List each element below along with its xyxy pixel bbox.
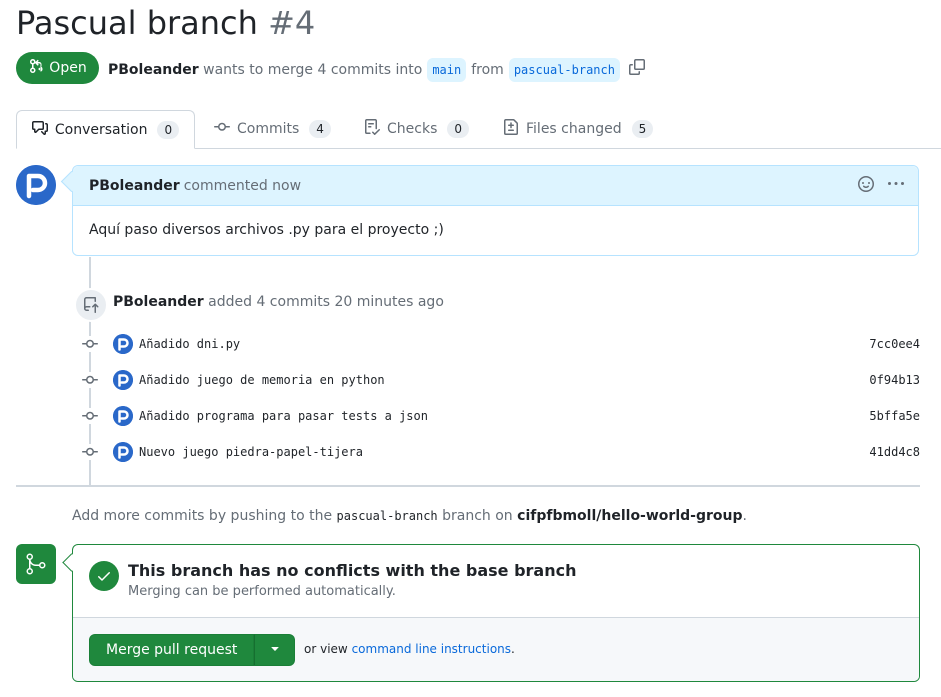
tab-checks-label: Checks [387, 121, 438, 137]
avatar[interactable] [113, 334, 133, 354]
tab-conversation[interactable]: Conversation 0 [16, 110, 195, 149]
git-commit-icon [80, 408, 100, 424]
hint-middle: branch on [442, 508, 513, 524]
tab-files-changed[interactable]: Files changed 5 [503, 110, 654, 148]
commit-sha[interactable]: 0f94b13 [869, 373, 920, 387]
cli-suffix: . [511, 642, 515, 656]
commit-row: Nuevo juego piedra-papel-tijera 41dd4c8 [80, 440, 920, 464]
merge-method-dropdown[interactable] [254, 634, 296, 666]
kebab-horizontal-icon[interactable] [888, 176, 904, 196]
commit-message[interactable]: Añadido juego de memoria en python [139, 373, 385, 387]
comment-box: PBoleander commented now Aquí paso diver… [72, 165, 919, 256]
merge-status-title: This branch has no conflicts with the ba… [128, 561, 577, 580]
comment-header: PBoleander commented now [73, 166, 918, 206]
pr-number: #4 [268, 4, 316, 42]
hint-prefix: Add more commits by pushing to the [72, 508, 333, 524]
cli-prefix: or view [304, 642, 348, 656]
checklist-icon [364, 119, 381, 139]
hint-repo-link[interactable]: cifpfbmoll/hello-world-group [517, 508, 742, 524]
file-diff-icon [503, 119, 519, 139]
comment-author[interactable]: PBoleander [89, 178, 180, 194]
git-commit-icon [80, 444, 100, 460]
triangle-down-icon [267, 640, 283, 660]
commit-sha[interactable]: 41dd4c8 [869, 445, 920, 459]
git-pull-request-icon [28, 58, 44, 78]
tab-commits-count: 4 [309, 120, 331, 138]
pr-title-text: Pascual branch [16, 4, 258, 42]
commit-message[interactable]: Añadido dni.py [139, 337, 240, 351]
copy-icon[interactable] [628, 59, 645, 81]
command-line-instructions-link[interactable]: command line instructions [352, 642, 511, 656]
tab-commits-label: Commits [237, 121, 300, 137]
avatar[interactable] [113, 370, 133, 390]
pr-title: Pascual branch #4 [16, 2, 315, 44]
event-description: added 4 commits 20 minutes ago [208, 294, 444, 310]
git-merge-icon [16, 544, 56, 584]
hint-branch: pascual-branch [336, 509, 438, 523]
from-text: from [471, 62, 504, 78]
smiley-icon[interactable] [858, 176, 874, 196]
comment-discussion-icon [31, 120, 48, 140]
commits-added-event: PBoleander added 4 commits 20 minutes ag… [113, 294, 444, 310]
pr-state-label: Open [49, 60, 87, 76]
tab-files-changed-label: Files changed [526, 121, 622, 137]
head-branch-tag[interactable]: pascual-branch [508, 58, 620, 82]
git-commit-icon [80, 336, 100, 352]
base-branch-tag[interactable]: main [427, 58, 467, 82]
cli-instructions: or view command line instructions. [304, 642, 515, 656]
hint-suffix: . [742, 508, 747, 524]
commit-row: Añadido dni.py 7cc0ee4 [80, 332, 920, 356]
commit-row: Añadido juego de memoria en python 0f94b… [80, 368, 920, 392]
repo-push-icon [74, 288, 108, 322]
avatar[interactable] [113, 406, 133, 426]
pr-state-badge: Open [16, 52, 99, 84]
tab-commits[interactable]: Commits 4 [214, 110, 331, 148]
commit-row: Añadido programa para pasar tests a json… [80, 404, 920, 428]
event-author[interactable]: PBoleander [113, 294, 204, 310]
tab-files-changed-count: 5 [631, 120, 654, 138]
tab-conversation-count: 0 [157, 120, 180, 139]
commit-sha[interactable]: 7cc0ee4 [869, 337, 920, 351]
comment-timestamp: commented now [183, 177, 302, 194]
merge-status-subtitle: Merging can be performed automatically. [128, 584, 396, 599]
push-hint: Add more commits by pushing to the pascu… [72, 508, 747, 524]
check-icon [89, 561, 119, 591]
merge-button-group: Merge pull request [89, 634, 296, 666]
avatar[interactable] [113, 442, 133, 462]
comment-body: Aquí paso diversos archivos .py para el … [89, 222, 444, 238]
tab-checks-count: 0 [447, 120, 470, 138]
timeline-divider [16, 485, 920, 487]
pr-meta: PBoleander wants to merge 4 commits into… [108, 58, 645, 82]
tab-conversation-label: Conversation [54, 121, 148, 138]
avatar[interactable] [16, 165, 56, 205]
pr-author-link[interactable]: PBoleander [108, 60, 199, 80]
commit-message[interactable]: Añadido programa para pasar tests a json [139, 409, 428, 423]
git-commit-icon [80, 372, 100, 388]
commit-sha[interactable]: 5bffa5e [869, 409, 920, 423]
pr-meta-text: wants to merge 4 commits into [203, 62, 423, 78]
tab-checks[interactable]: Checks 0 [364, 110, 470, 148]
commit-message[interactable]: Nuevo juego piedra-papel-tijera [139, 445, 363, 459]
git-commit-icon [214, 119, 230, 139]
merge-pull-request-button[interactable]: Merge pull request [89, 634, 255, 666]
merge-box: This branch has no conflicts with the ba… [72, 544, 920, 682]
